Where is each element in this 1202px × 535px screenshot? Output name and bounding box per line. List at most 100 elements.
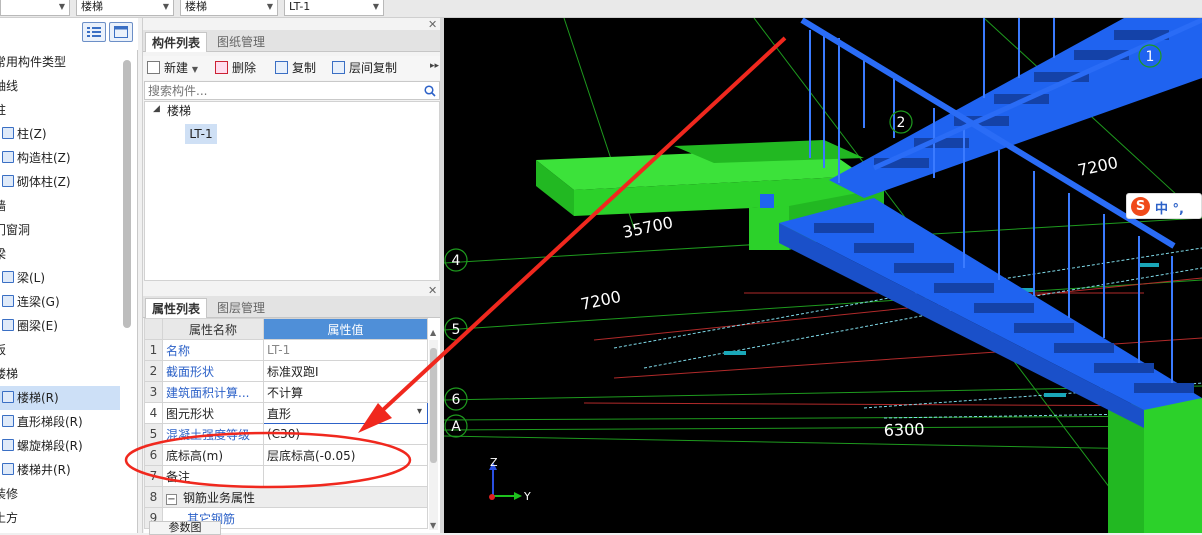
header-property-name: 属性名称 (162, 318, 264, 340)
component-tabbar: 构件列表 图纸管理 (143, 30, 441, 52)
tree-item[interactable]: 轴线 (0, 74, 114, 98)
property-row[interactable]: 5 混凝土强度等级 (C30) (144, 423, 428, 445)
property-row[interactable]: 6 底标高(m) 层底标高(-0.05) (144, 444, 428, 466)
component-type-icon (2, 127, 14, 139)
property-value[interactable] (263, 465, 428, 487)
tree-item[interactable]: 楼梯井(R) (0, 458, 120, 482)
tree-item[interactable]: 常用构件类型 (0, 50, 114, 74)
floor-dropdown[interactable]: ▼ (0, 0, 70, 16)
property-row[interactable]: 1 名称 LT-1 (144, 339, 428, 361)
tree-root-stairs[interactable]: 楼梯 (167, 102, 191, 120)
tree-item-lt1[interactable]: LT-1 (185, 124, 217, 144)
panel-view-button[interactable] (109, 22, 133, 42)
header-property-value: 属性值 (263, 318, 428, 340)
tree-item[interactable]: 门窗洞 (0, 218, 114, 242)
tree-item[interactable]: 墙 (0, 194, 114, 218)
close-icon[interactable]: ✕ (428, 18, 437, 31)
component-type-icon (2, 463, 14, 475)
row-number: 8 (144, 486, 163, 508)
new-button[interactable]: 新建 ▼ (147, 59, 198, 77)
dimension-label-7200: 7200 (579, 287, 623, 314)
tree-scrollbar[interactable] (123, 60, 131, 328)
chevron-down-icon: ▼ (266, 2, 273, 11)
tab-component-list[interactable]: 构件列表 (145, 32, 208, 52)
property-name: 名称 (162, 339, 264, 361)
list-view-button[interactable] (82, 22, 106, 42)
property-value[interactable]: (C30) (263, 423, 428, 445)
property-row[interactable]: 3 建筑面积计算... 不计算 (144, 381, 428, 403)
tab-drawing-management[interactable]: 图纸管理 (211, 32, 271, 52)
stair-step (934, 283, 994, 293)
tree-item[interactable]: 柱 (0, 98, 114, 122)
row-number: 2 (144, 360, 163, 382)
tree-item[interactable]: 连梁(G) (0, 290, 120, 314)
tree-item[interactable]: 直形梯段(R) (0, 410, 120, 434)
delete-button[interactable]: 删除 (215, 59, 256, 77)
tree-item[interactable]: 楼梯 (0, 362, 114, 386)
tree-item[interactable]: 砌体柱(Z) (0, 170, 120, 194)
ime-indicator[interactable]: S 中 °, (1126, 193, 1202, 219)
orientation-gizmo: Z Y (489, 456, 531, 503)
component-dropdown[interactable]: LT-1 ▼ (284, 0, 384, 16)
property-row[interactable]: 8− 钢筋业务属性 (144, 486, 428, 508)
tree-item[interactable]: 构造柱(Z) (0, 146, 120, 170)
collapse-icon[interactable]: − (166, 493, 177, 505)
row-number: 1 (144, 339, 163, 361)
property-row[interactable]: 2 截面形状 标准双跑I (144, 360, 428, 382)
tree-item[interactable]: 土方 (0, 506, 114, 530)
y-arrow (514, 492, 522, 500)
tree-item[interactable]: 螺旋梯段(R) (0, 434, 120, 458)
category-dropdown[interactable]: 楼梯 ▼ (76, 0, 174, 16)
3d-scene[interactable]: 35700 7200 7200 6300 1 2 4 5 6 A Z Y (444, 18, 1202, 533)
tree-item-label: 楼梯井(R) (17, 463, 71, 477)
tree-item-label: 柱 (0, 103, 7, 117)
search-input[interactable] (145, 82, 415, 99)
more-icon[interactable]: ▸▸ (430, 61, 439, 71)
tree-item[interactable]: 柱(Z) (0, 122, 120, 146)
tree-item[interactable]: 梁(L) (0, 266, 120, 290)
stair-step (1094, 363, 1154, 373)
tree-item-label: 楼梯(R) (17, 391, 59, 405)
row-number: 6 (144, 444, 163, 466)
chevron-down-icon: ▼ (162, 2, 169, 11)
component-toolbar: 新建 ▼ 删除 复制 层间复制 ▸▸ (143, 56, 441, 80)
search-icon[interactable] (424, 85, 436, 97)
component-type-icon (2, 175, 14, 187)
component-search (144, 81, 440, 100)
tree-item[interactable]: 板 (0, 338, 114, 362)
list-icon (87, 27, 101, 37)
scroll-up-icon[interactable]: ▲ (430, 328, 436, 337)
floor-copy-button[interactable]: 层间复制 (332, 59, 397, 77)
property-name: 备注 (162, 465, 264, 487)
property-row[interactable]: 7 备注 (144, 465, 428, 487)
tree-item[interactable]: 圈梁(E) (0, 314, 120, 338)
property-value[interactable]: 标准双跑I (263, 360, 428, 382)
chevron-down-icon[interactable]: ▾ (417, 406, 422, 417)
property-value[interactable]: 层底标高(-0.05) (263, 444, 428, 466)
property-value[interactable]: 不计算 (263, 381, 428, 403)
expand-icon[interactable]: ◢ (153, 104, 160, 114)
3d-viewport[interactable]: 35700 7200 7200 6300 1 2 4 5 6 A Z Y (444, 18, 1202, 533)
close-icon[interactable]: ✕ (428, 284, 437, 297)
copy-button[interactable]: 复制 (275, 59, 316, 77)
property-scrollbar[interactable] (430, 348, 437, 463)
tree-item[interactable]: 楼梯(R) (0, 386, 120, 410)
type-dropdown[interactable]: 楼梯 ▼ (180, 0, 278, 16)
scroll-down-icon[interactable]: ▼ (430, 521, 436, 530)
tree-item-label: 常用构件类型 (0, 55, 67, 69)
stair-step (1014, 323, 1074, 333)
stair-step (1054, 343, 1114, 353)
property-value[interactable]: LT-1 (263, 339, 428, 361)
row-number: 4 (144, 402, 163, 424)
property-value[interactable]: 直形 ▾ (263, 402, 428, 424)
row-number: 5 (144, 423, 163, 445)
stair-step (854, 243, 914, 253)
tab-layer-management[interactable]: 图层管理 (211, 298, 271, 318)
gizmo-label-z: Z (490, 456, 498, 469)
new-file-icon (147, 61, 160, 74)
slab-mark (724, 351, 746, 355)
tree-item[interactable]: 装修 (0, 482, 114, 506)
tab-property-list[interactable]: 属性列表 (145, 298, 208, 318)
tree-item[interactable]: 梁 (0, 242, 114, 266)
property-row[interactable]: 4 图元形状 直形 ▾ (144, 402, 428, 424)
